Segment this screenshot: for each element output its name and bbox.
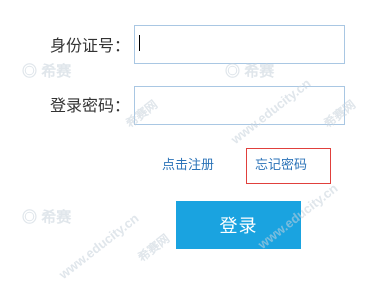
id-number-input[interactable]: [134, 25, 345, 64]
forgot-password-link[interactable]: 忘记密码: [255, 157, 307, 175]
register-link[interactable]: 点击注册: [162, 157, 214, 175]
id-number-label: 身份证号：: [50, 36, 131, 55]
password-input[interactable]: [134, 86, 345, 125]
login-button[interactable]: 登录: [176, 201, 301, 249]
password-label: 登录密码：: [50, 96, 131, 115]
login-form: 身份证号： 登录密码： 点击注册 忘记密码 登录: [0, 0, 387, 255]
text-caret: [139, 35, 140, 51]
